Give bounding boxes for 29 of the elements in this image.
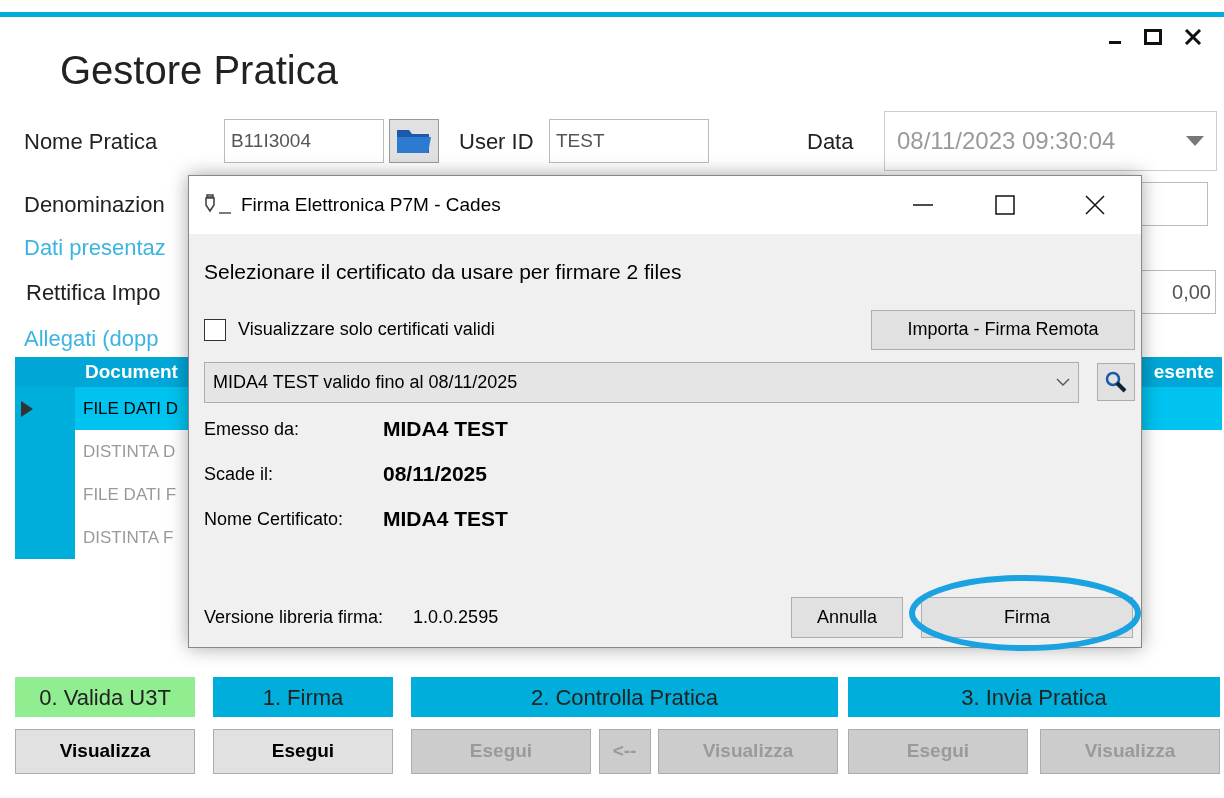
detail-label: Emesso da: (204, 417, 301, 441)
detail-value: MIDA4 TEST (383, 506, 508, 533)
field-label: User ID (459, 127, 535, 156)
step-header: 3. Invia Pratica (848, 677, 1220, 717)
detail-value: MIDA4 TEST (383, 416, 508, 443)
version-label: Versione libreria firma: (204, 606, 384, 629)
field-label: Denominazion (24, 190, 165, 219)
table-cell-text: FILE DATI D (83, 397, 179, 420)
column-header: Document (85, 359, 178, 384)
dialog-heading: Selezionare il certificato da usare per firmare 2 files (204, 259, 682, 285)
step-header: 1. Firma (213, 677, 393, 717)
section-heading: Dati presentaz (24, 234, 166, 262)
detail-value: 08/11/2025 (383, 461, 487, 488)
detail-label: Scade il: (204, 462, 275, 486)
step-header: 0. Valida U3T (15, 677, 195, 717)
section-heading: Allegati (dopp (24, 325, 159, 353)
table-cell-text: FILE DATI F (83, 483, 177, 506)
field-label: Data (807, 127, 855, 156)
window-title: Gestore Pratica (60, 47, 338, 94)
column-header: esente (1153, 359, 1214, 384)
step-header: 2. Controlla Pratica (411, 677, 838, 717)
detail-label: Nome Certificato: (204, 507, 345, 531)
table-cell-text: DISTINTA F (83, 526, 174, 549)
table-cell-text: DISTINTA D (83, 440, 176, 463)
field-label: Rettifica Impo (26, 278, 161, 307)
checkbox-label: Visualizzare solo certificati validi (238, 318, 495, 341)
dialog-title: Firma Elettronica P7M - Cades (241, 192, 501, 217)
version-value: 1.0.0.2595 (413, 606, 499, 629)
field-label: Nome Pratica (24, 127, 159, 156)
